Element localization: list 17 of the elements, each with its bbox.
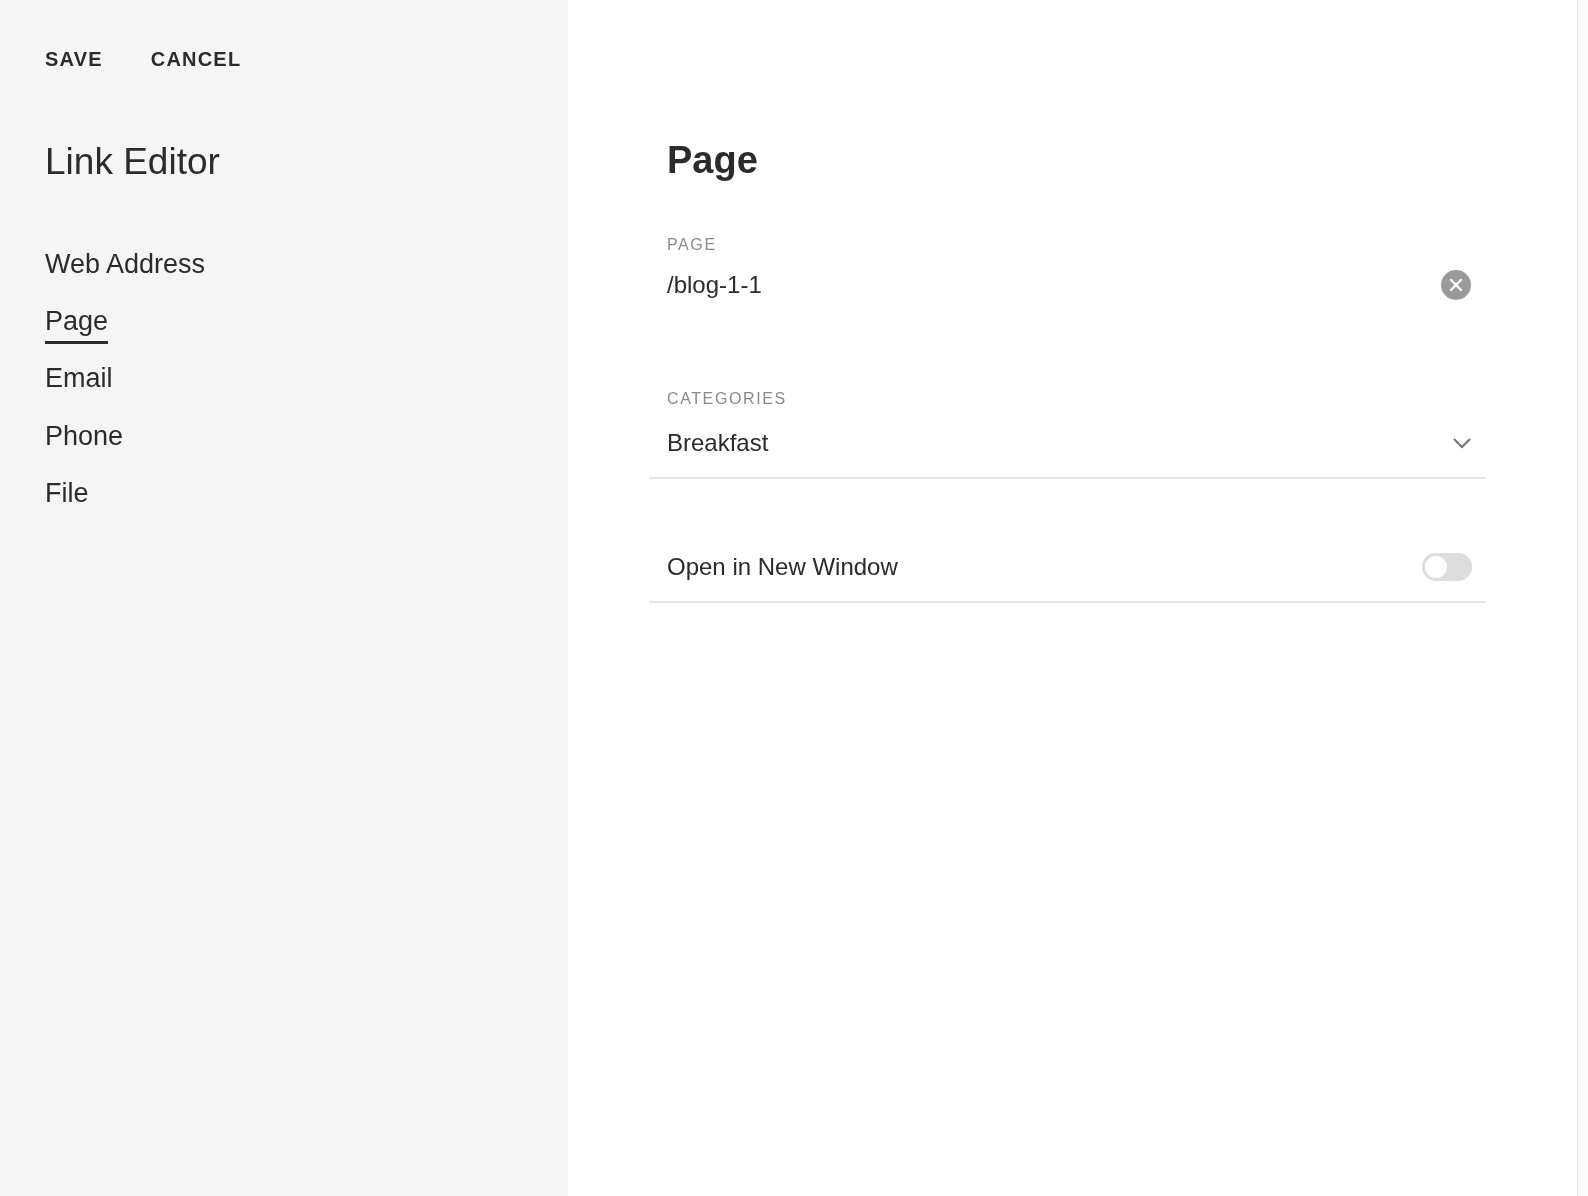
clear-icon[interactable] — [1441, 270, 1471, 300]
chevron-down-icon — [1452, 437, 1472, 449]
panel-title: Page — [667, 138, 759, 183]
sidebar-item[interactable]: Web Address — [45, 247, 206, 287]
cancel-button[interactable]: CANCEL — [150, 44, 242, 74]
save-button[interactable]: SAVE — [45, 44, 103, 74]
sidebar-item[interactable]: Page — [45, 304, 109, 345]
sidebar-item[interactable]: File — [45, 477, 89, 517]
sidebar-item[interactable]: Email — [45, 362, 113, 402]
toggle-switch[interactable] — [1422, 553, 1472, 581]
sidebar-item[interactable]: Phone — [45, 419, 124, 460]
sidebar-title: Link Editor — [45, 140, 221, 184]
field-label: PAGE — [667, 235, 718, 255]
category-dropdown[interactable]: Breakfast — [649, 411, 1486, 479]
field-label: CATEGORIES — [667, 389, 788, 409]
toggle-label: Open in New Window — [667, 552, 898, 582]
input-field[interactable]: /blog-1-1 — [667, 267, 1441, 303]
